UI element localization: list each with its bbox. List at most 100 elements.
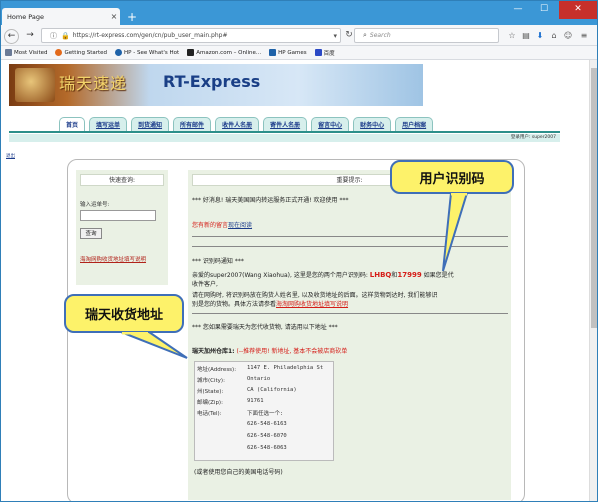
firefox-icon	[55, 49, 63, 56]
amazon-icon	[187, 49, 195, 56]
forward-button[interactable]: →	[23, 29, 37, 43]
read-now-link[interactable]: 现在阅读	[228, 222, 252, 229]
site-menu: 首页 填写运单 到货通知 所有邮件 收件人名册 寄件人名册 留言中心 财务中心 …	[9, 116, 560, 133]
menu-tab-finance[interactable]: 财务中心	[353, 117, 392, 131]
bookmark-label: Most Visited	[14, 49, 48, 56]
navigation-bar: ← → ⓘ 🔒 https://rt-express.com/gen/cn/pu…	[1, 25, 597, 46]
menu-tab-all-mail[interactable]: 所有邮件	[173, 117, 212, 131]
maximize-button[interactable]: ☐	[531, 1, 557, 19]
menu-tab-home[interactable]: 首页	[59, 117, 86, 131]
menu-tab-senders[interactable]: 寄件人名册	[263, 117, 308, 131]
scrollbar-thumb[interactable]	[591, 68, 597, 328]
state-label: 州(State):	[197, 389, 224, 395]
bookmark-hp-games[interactable]: HP Games	[269, 49, 307, 56]
search-bar[interactable]: ⌕ Search	[354, 28, 499, 43]
id-code-instruction-text: 别是您的货物。具体方法请参看	[192, 301, 277, 308]
tab-home-page[interactable]: Home Page ×	[2, 8, 120, 25]
clipboard-icon[interactable]: ▤	[520, 30, 532, 42]
address-guide-link[interactable]: 海淘网购收货地址填写说明	[80, 255, 168, 263]
bookmarks-bar: Most Visited Getting Started HP - See Wh…	[1, 46, 597, 60]
quick-search-title: 快速查询:	[80, 174, 164, 186]
back-button[interactable]: ←	[4, 29, 19, 44]
menu-icon[interactable]: ≡	[578, 30, 590, 42]
lock-icon: 🔒	[61, 31, 70, 40]
key-logo-icon	[15, 68, 55, 102]
menu-tab-arrival-notice[interactable]: 到货通知	[131, 117, 170, 131]
bookmark-most-visited[interactable]: Most Visited	[5, 49, 47, 56]
logo-english: RT-Express	[163, 72, 261, 91]
menu-tab-messages[interactable]: 留言中心	[311, 117, 350, 131]
page-content: 瑞天速递 RT-Express 首页 填写运单 到货通知 所有邮件 收件人名册 …	[1, 60, 597, 501]
info-icon: ⓘ	[50, 31, 57, 40]
download-icon[interactable]: ⬇	[534, 30, 546, 42]
hp-games-icon	[269, 49, 277, 56]
tel-label: 电话(Tel):	[197, 411, 222, 417]
user-id-code-2: 17999	[397, 271, 422, 279]
id-code-instruction: 请在网购时, 将识别码放在购货人姓名里, 以及收货地址的后面。这样货物到达时, …	[192, 292, 438, 299]
tab-title: Home Page	[7, 12, 44, 21]
zip-label: 邮编(Zip):	[197, 400, 223, 406]
new-message-text: 您有新的留言	[192, 222, 229, 229]
user-id-code-1: LHBQ	[369, 271, 392, 279]
minimize-button[interactable]: —	[505, 1, 531, 19]
state-value: CA (California)	[247, 387, 297, 393]
site-banner: 瑞天速递 RT-Express	[9, 64, 423, 106]
url-text[interactable]: https://rt-express.com/gen/cn/pub_user_m…	[73, 32, 330, 39]
menu-tab-fill-waybill[interactable]: 填写运单	[89, 117, 128, 131]
id-code-line: 亲爱的super2007(Wang Xiaohua), 这里是您的两个用户识别码…	[192, 270, 454, 279]
callout-user-id-code: 用户识别码	[390, 160, 514, 194]
warehouse-name: 瑞天加州仓库1:	[192, 348, 235, 355]
waybill-label: 输入运单号:	[80, 202, 110, 208]
close-window-button[interactable]: ✕	[559, 1, 597, 19]
warehouse-line: 瑞天加州仓库1: (--推荐使用! 新地址, 基本不会被店商砍单	[192, 346, 347, 355]
gear-icon	[5, 49, 12, 56]
query-button[interactable]: 查询	[80, 228, 102, 239]
bookmark-label: 百度	[323, 50, 335, 57]
zip-value: 91761	[247, 398, 264, 404]
tel-choose-text: 下面任选一个:	[247, 411, 284, 417]
bookmark-amazon[interactable]: Amazon.com – Online...	[187, 49, 261, 56]
search-placeholder[interactable]: Search	[370, 32, 391, 39]
bookmark-baidu[interactable]: 百度	[314, 49, 335, 57]
logout-link[interactable]: 退出	[6, 153, 15, 159]
address-bar[interactable]: ⓘ 🔒 https://rt-express.com/gen/cn/pub_us…	[41, 28, 341, 43]
address-guide-link-inline[interactable]: 海淘网购收货地址填写说明	[276, 301, 348, 308]
dropdown-icon[interactable]: ▾	[333, 32, 337, 40]
star-icon[interactable]: ☆	[506, 30, 518, 42]
quick-search-panel: 快速查询: 输入运单号: 查询 海淘网购收货地址填写说明	[76, 170, 168, 285]
close-tab-icon[interactable]: ×	[108, 12, 120, 21]
new-tab-button[interactable]: +	[125, 10, 139, 24]
browser-window: Home Page × + — ☐ ✕ ← → ⓘ 🔒 https://rt-e…	[0, 0, 598, 502]
bookmark-label: HP Games	[278, 49, 307, 56]
menu-tab-profile[interactable]: 用户档案	[395, 117, 434, 131]
address-label: 地址(Address):	[197, 367, 237, 373]
city-value: Ontario	[247, 376, 271, 382]
bookmark-label: Amazon.com – Online...	[196, 49, 262, 56]
id-code-intro: 亲爱的super2007(Wang Xiaohua), 这里是您的两个用户识别码…	[192, 272, 370, 279]
city-label: 城市(City):	[197, 378, 225, 384]
address-notice-title: *** 您如果需要瑞天为您代收货物, 请选用以下地址 ***	[192, 324, 338, 331]
waybill-input[interactable]	[80, 210, 156, 221]
tel-value-3: 626-548-6063	[247, 445, 287, 451]
baidu-icon	[314, 49, 322, 56]
good-news-text: *** 好消息! 瑞天美国国内转运服务正式开通! 欢迎使用 ***	[192, 197, 349, 204]
address-value: 1147 E. Philadelphia St	[247, 365, 324, 371]
tel-value-1: 626-548-6163	[247, 421, 287, 427]
bookmark-getting-started[interactable]: Getting Started	[55, 49, 107, 56]
id-code-line-2: 收件客户,	[192, 281, 218, 288]
bookmark-hp-see-whats-hot[interactable]: HP - See What's Hot	[115, 49, 179, 56]
menu-tab-recipients[interactable]: 收件人名册	[215, 117, 260, 131]
bookmark-label: HP - See What's Hot	[124, 49, 180, 56]
home-icon[interactable]: ⌂	[548, 30, 560, 42]
divider	[192, 313, 508, 314]
bookmark-label: Getting Started	[64, 49, 108, 56]
callout-receiving-address: 瑞天收货地址	[64, 294, 184, 333]
id-code-tail: 如果您是代	[421, 272, 454, 279]
login-user-text: 登录用户: super2007	[9, 134, 560, 142]
search-icon: ⌕	[363, 31, 367, 39]
smiley-icon[interactable]: ☺	[562, 30, 574, 42]
id-code-instruction-2: 别是您的货物。具体方法请参看海淘网购收货地址填写说明	[192, 299, 348, 308]
callout-pointer-left	[121, 332, 188, 359]
phone-note: (或者使用您自己的美国电话号码)	[194, 469, 283, 476]
vertical-scrollbar[interactable]	[589, 60, 597, 501]
